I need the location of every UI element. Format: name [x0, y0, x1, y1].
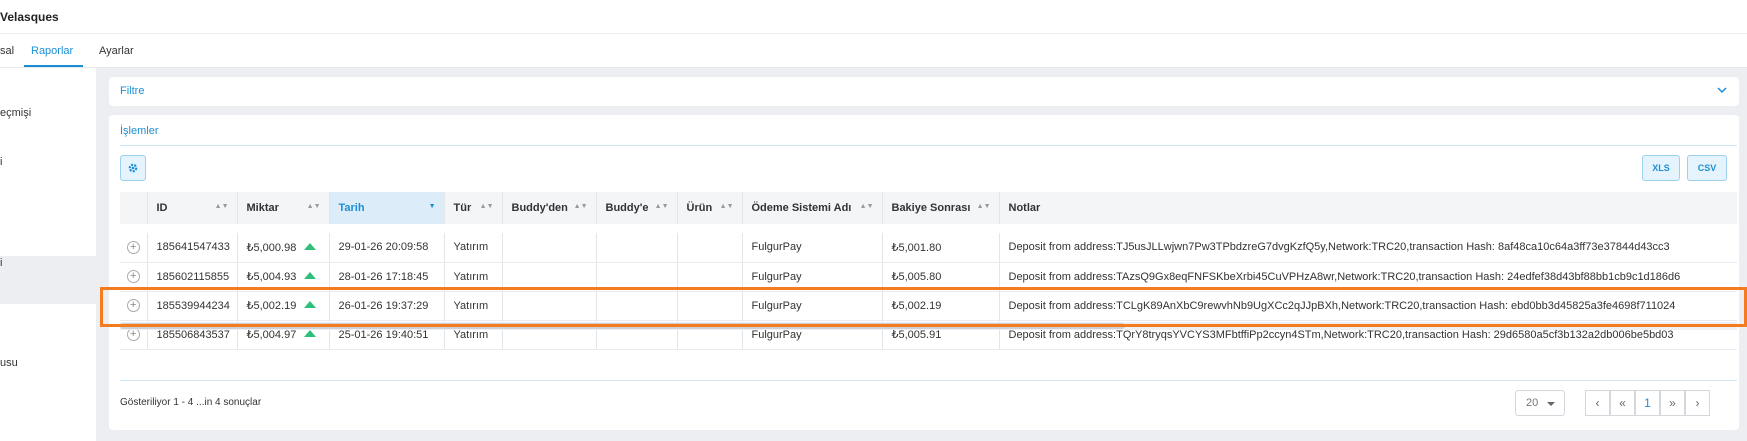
sort-desc-icon: ▼ [428, 203, 436, 210]
col-notes: Notlar [999, 192, 1737, 224]
page-number-button[interactable]: 1 [1635, 390, 1660, 416]
table-spacer [120, 224, 1737, 233]
cell-balance-after: ₺5,001.80 [882, 233, 1000, 263]
footer-divider [120, 380, 1737, 381]
selected-row-highlight [100, 287, 1747, 327]
page-size-value: 20 [1526, 397, 1539, 409]
tab-raporlar[interactable]: Raporlar [31, 45, 73, 57]
filter-panel[interactable]: Filtre [109, 77, 1739, 106]
sort-icon: ▲▼ [306, 203, 321, 210]
cell-buddy-to [596, 233, 678, 263]
cell-id: 185641547433 [147, 233, 238, 263]
expand-row-button[interactable]: + [120, 233, 148, 263]
last-page-button[interactable]: » [1660, 390, 1685, 416]
column-settings-button[interactable] [120, 155, 146, 181]
sort-icon: ▲▼ [719, 203, 734, 210]
cell-type: Yatırım [444, 233, 503, 263]
sort-icon: ▲▼ [654, 203, 669, 210]
sidebar: eçmişi i i usu [0, 68, 96, 441]
sort-icon: ▲▼ [859, 203, 874, 210]
caret-down-icon [1547, 402, 1555, 406]
chevron-down-icon[interactable] [1715, 83, 1729, 97]
col-date[interactable]: Tarih ▼ [329, 192, 445, 224]
sidebar-item-2[interactable]: i [0, 156, 2, 168]
sidebar-item-history[interactable]: eçmişi [0, 107, 31, 119]
col-id[interactable]: ID ▲▼ [147, 192, 238, 224]
top-bar: Velasques [0, 0, 1747, 34]
transactions-panel: İşlemler XLS CSV ID ▲▼ Miktar ▲▼ Tarih ▼ Tü… [109, 115, 1739, 430]
sidebar-active-item[interactable] [0, 256, 96, 304]
col-type[interactable]: Tür ▲▼ [444, 192, 503, 224]
gear-icon [128, 163, 138, 173]
arrow-up-icon [304, 242, 317, 250]
cell-date: 29-01-26 20:09:58 [329, 233, 445, 263]
transactions-heading: İşlemler [120, 125, 159, 137]
sort-icon: ▲▼ [214, 203, 229, 210]
plus-circle-icon: + [126, 270, 140, 283]
double-chevron-right-icon: » [1669, 396, 1676, 410]
double-chevron-left-icon: « [1619, 396, 1626, 410]
chevron-left-icon: ‹ [1595, 396, 1600, 410]
col-expand [120, 192, 148, 224]
transactions-table: ID ▲▼ Miktar ▲▼ Tarih ▼ Tür ▲▼ Buddy'den ▲▼ B… [120, 192, 1737, 357]
export-xls-button[interactable]: XLS [1642, 155, 1680, 181]
arrow-up-icon [304, 330, 317, 337]
account-title: Velasques [0, 10, 59, 24]
prev-page-button[interactable]: ‹ [1585, 390, 1610, 416]
sort-icon: ▲▼ [573, 203, 588, 210]
arrow-up-icon [304, 272, 317, 279]
cell-notes: Deposit from address:TJ5usJLLwjwn7Pw3TPb… [999, 233, 1737, 263]
table-header-row: ID ▲▼ Miktar ▲▼ Tarih ▼ Tür ▲▼ Buddy'den ▲▼ B… [120, 192, 1737, 224]
col-buddy-to[interactable]: Buddy'e ▲▼ [596, 192, 678, 224]
col-buddy-from[interactable]: Buddy'den ▲▼ [502, 192, 597, 224]
cell-product [677, 233, 743, 263]
tab-genel[interactable]: sal [0, 45, 14, 57]
cell-buddy-from [502, 233, 597, 263]
col-payment-system[interactable]: Ödeme Sistemi Adı ▲▼ [742, 192, 883, 224]
sidebar-item-3[interactable]: i [0, 257, 2, 269]
table-row[interactable]: + 185641547433 ₺5,000.98 29-01-26 20:09:… [120, 233, 1737, 263]
filter-label: Filtre [120, 85, 145, 97]
tab-bar: sal Raporlar Ayarlar [0, 34, 1747, 68]
chevron-right-icon: › [1695, 396, 1700, 410]
tab-ayarlar[interactable]: Ayarlar [99, 45, 134, 57]
cell-amount: ₺5,000.98 [237, 233, 330, 263]
plus-circle-icon: + [126, 240, 140, 254]
col-amount[interactable]: Miktar ▲▼ [237, 192, 330, 224]
sort-icon: ▲▼ [479, 203, 494, 210]
col-product[interactable]: Ürün ▲▼ [677, 192, 743, 224]
page-size-select[interactable]: 20 [1515, 390, 1565, 416]
next-page-button[interactable]: › [1685, 390, 1710, 416]
col-balance-after[interactable]: Bakiye Sonrası ▲▼ [882, 192, 1000, 224]
heading-divider [120, 145, 1737, 146]
sidebar-item-4[interactable]: usu [0, 357, 18, 369]
cell-payment-system: FulgurPay [742, 233, 883, 263]
sort-icon: ▲▼ [976, 203, 991, 210]
active-tab-indicator [24, 65, 83, 67]
first-page-button[interactable]: « [1610, 390, 1635, 416]
export-csv-button[interactable]: CSV [1687, 155, 1727, 181]
results-summary: Gösteriliyor 1 - 4 ...in 4 sonuçlar [120, 397, 262, 408]
